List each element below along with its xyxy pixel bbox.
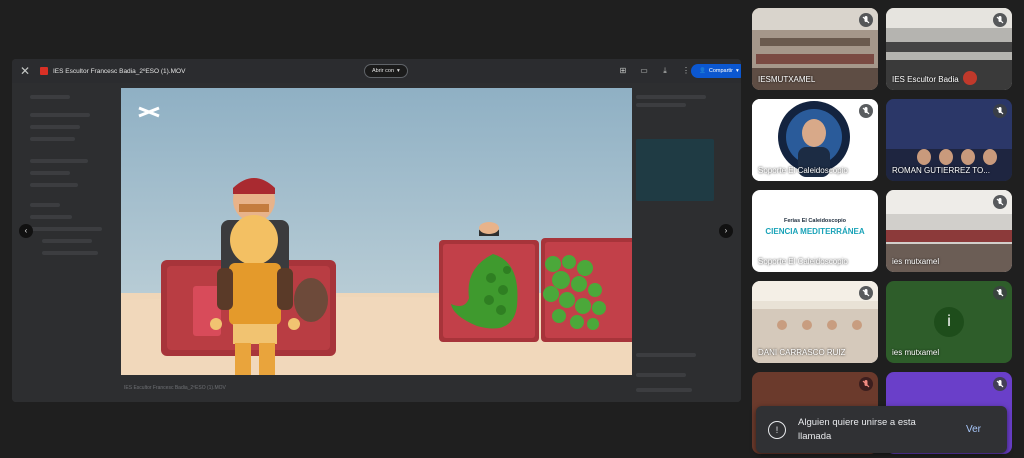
file-title: IES Escultor Francesc Badia_2ºESO (1).MO… xyxy=(53,67,186,75)
video-player[interactable] xyxy=(121,88,632,375)
comment-icon[interactable]: ▭ xyxy=(638,65,650,77)
share-button[interactable]: 👤 Compartir ▾ xyxy=(691,64,741,78)
participant-tile[interactable]: Ferias El Caleidoscopio CIENCIA MEDITERR… xyxy=(752,190,878,272)
participant-tile[interactable]: DANI CARRASCO RUIZ xyxy=(752,281,878,363)
slide-line-1: Ferias El Caleidoscopio xyxy=(783,218,847,224)
ghost-file-label: IES Escultor Francesc Badia_2ºESO (1).MO… xyxy=(124,385,226,391)
participant-name: Soporte El Caleidoscopio xyxy=(758,257,848,266)
mic-off-icon xyxy=(859,13,873,27)
participant-name: ies mutxamel xyxy=(892,257,940,266)
ghost-item xyxy=(636,388,692,392)
participant-tile[interactable]: IESMUTXAMEL xyxy=(752,8,878,90)
ghost-item xyxy=(30,113,90,117)
ghost-item xyxy=(30,125,80,129)
toolbar-actions: ⊞ ▭ ⤓ ⋮ xyxy=(617,65,692,77)
avatar: i xyxy=(934,307,964,337)
share-label: Compartir xyxy=(708,68,734,74)
participant-name: ies mutxamel xyxy=(892,348,940,357)
ghost-item xyxy=(30,183,78,187)
participant-name: IESMUTXAMEL xyxy=(758,75,816,84)
ghost-item xyxy=(30,171,70,175)
download-icon[interactable]: ⤓ xyxy=(659,65,671,77)
open-with-button[interactable]: Abrir con ▾ xyxy=(364,64,408,78)
participant-tile[interactable]: IES Escultor Badia xyxy=(886,8,1012,90)
ghost-item xyxy=(636,103,686,107)
viewer-toolbar: ✕ IES Escultor Francesc Badia_2ºESO (1).… xyxy=(12,59,741,83)
stop-motion-scene xyxy=(121,88,632,375)
mic-off-icon xyxy=(859,286,873,300)
ghost-thumbnail xyxy=(636,139,714,201)
slide-line-2: CIENCIA MEDITERRÁNEA xyxy=(765,227,865,236)
meet-call-screen: IES Escultor Francesc Badia_2ºESO (1).MO… xyxy=(0,0,1024,458)
mic-off-icon xyxy=(993,104,1007,118)
join-request-toast: ! Alguien quiere unirse a esta llamada V… xyxy=(756,406,1007,453)
ghost-item xyxy=(42,251,98,255)
chevron-down-icon: ▾ xyxy=(397,68,400,74)
ghost-item xyxy=(30,159,88,163)
participant-name: DANI CARRASCO RUIZ xyxy=(758,348,846,357)
video-file-icon xyxy=(40,67,48,75)
ghost-item xyxy=(30,203,60,207)
alert-icon: ! xyxy=(768,420,786,439)
participant-name: IES Escultor Badia xyxy=(892,75,959,84)
mic-off-icon xyxy=(993,13,1007,27)
view-button[interactable]: Ver xyxy=(966,424,981,435)
ghost-item xyxy=(636,95,706,99)
ghost-item xyxy=(42,239,92,243)
ghost-item xyxy=(636,373,686,377)
participant-tile[interactable]: Soporte El Caleidoscopio xyxy=(752,99,878,181)
participant-tile[interactable]: i ies mutxamel xyxy=(886,281,1012,363)
add-to-drive-icon[interactable]: ⊞ xyxy=(617,65,629,77)
ghost-item xyxy=(30,95,70,99)
close-icon[interactable]: ✕ xyxy=(14,64,36,78)
toast-message: Alguien quiere unirse a esta llamada xyxy=(798,416,916,442)
mic-off-icon xyxy=(993,195,1007,209)
ghost-item xyxy=(636,353,696,357)
participant-name: Soporte El Caleidoscopio xyxy=(758,166,848,175)
people-icon: 👤 xyxy=(699,68,706,74)
mic-off-icon xyxy=(993,286,1007,300)
open-with-label: Abrir con xyxy=(372,68,395,74)
ghost-item xyxy=(30,137,75,141)
next-arrow-icon[interactable]: › xyxy=(719,224,733,238)
mic-off-icon xyxy=(859,377,873,391)
mic-off-icon xyxy=(859,104,873,118)
mic-off-icon xyxy=(993,377,1007,391)
ghost-item xyxy=(30,227,102,231)
previous-arrow-icon[interactable]: ‹ xyxy=(19,224,33,238)
participant-tile[interactable]: ROMAN GUTIERREZ TO... xyxy=(886,99,1012,181)
participant-tile[interactable]: ies mutxamel xyxy=(886,190,1012,272)
chevron-down-icon: ▾ xyxy=(736,68,739,74)
ghost-item xyxy=(30,215,72,219)
participant-name: ROMAN GUTIERREZ TO... xyxy=(892,166,990,175)
